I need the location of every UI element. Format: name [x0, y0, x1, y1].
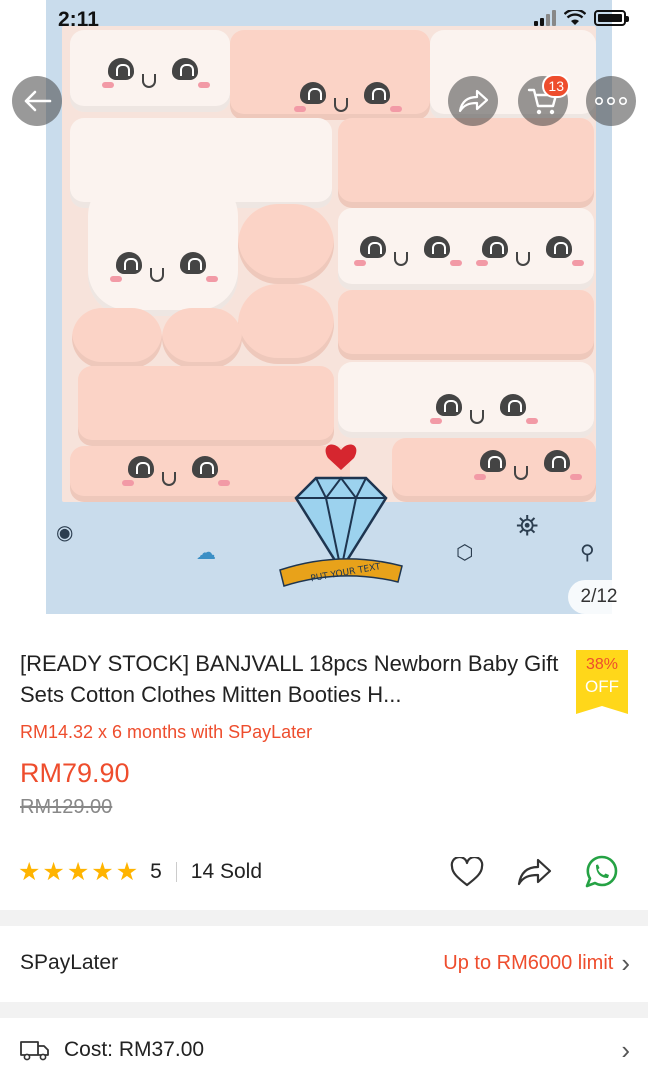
lamp-doodle: ⛯ — [516, 510, 539, 541]
spaylater-label: SPayLater — [20, 951, 119, 974]
rating-row: ★ ★ ★ ★ ★ 5 14 Sold — [18, 852, 628, 892]
panda-face-decoration — [102, 54, 212, 94]
shipping-cost: Cost: RM37.00 — [64, 1038, 205, 1061]
panda-face-decoration — [110, 248, 220, 288]
rating-value: 5 — [150, 860, 162, 883]
arrow-left-icon — [24, 90, 52, 112]
status-bar: 2:11 — [0, 0, 648, 40]
cart-count-badge: 13 — [542, 74, 570, 98]
star-icon: ★ — [42, 857, 65, 886]
discount-off-label: OFF — [585, 677, 619, 696]
panda-face-decoration — [474, 446, 584, 486]
eye-doodle: ◉ — [56, 522, 74, 544]
image-counter: 2/12 — [568, 580, 630, 614]
heart-icon[interactable] — [450, 857, 484, 887]
discount-percent: 38% — [585, 656, 619, 673]
product-title-row: [READY STOCK] BANJVALL 18pcs Newborn Bab… — [20, 648, 628, 714]
share-button[interactable] — [448, 76, 498, 126]
more-options-button[interactable] — [586, 76, 636, 126]
shipping-row[interactable]: Cost: RM37.00 › — [0, 1020, 648, 1080]
truck-icon — [20, 1041, 49, 1061]
signal-icon — [534, 10, 556, 26]
status-time: 2:11 — [58, 8, 99, 31]
gift-box-interior — [62, 26, 596, 502]
star-icon: ★ — [115, 857, 139, 886]
current-price: RM79.90 — [20, 758, 130, 788]
panda-face-decoration — [122, 452, 232, 492]
share-arrow-icon — [458, 89, 489, 113]
battery-icon — [594, 10, 629, 26]
panda-face-decoration — [354, 232, 464, 272]
sold-count: 14 Sold — [190, 860, 263, 883]
spaylater-limit: Up to RM6000 limit — [443, 951, 614, 974]
magnifier-doodle: ⚲ — [580, 542, 595, 564]
original-price: RM129.00 — [20, 796, 113, 818]
star-icon: ★ — [91, 857, 114, 886]
chevron-right-icon: › — [621, 948, 630, 978]
whatsapp-icon[interactable] — [584, 854, 620, 890]
share-icon[interactable] — [516, 857, 552, 887]
discount-badge: 38% OFF — [576, 650, 628, 714]
product-title: [READY STOCK] BANJVALL 18pcs Newborn Bab… — [20, 651, 559, 707]
rating-stars: ★ ★ ★ ★ ★ — [18, 857, 139, 886]
cloud-doodle: ☁ — [196, 542, 216, 564]
section-divider — [0, 910, 648, 926]
diamond-graphic: PUT YOUR TEXT — [279, 444, 403, 587]
wifi-icon — [564, 10, 586, 25]
panda-face-decoration — [476, 232, 586, 272]
product-image-gallery[interactable]: PUT YOUR TEXT ◉ ☁ ⬡ ⛯ ⚲ 2:11 13 2/12 — [0, 0, 648, 626]
spaylater-row[interactable]: SPayLater Up to RM6000 limit › — [0, 928, 648, 998]
star-icon: ★ — [66, 857, 90, 886]
panda-face-decoration — [430, 390, 540, 430]
spaylater-installment-text[interactable]: RM14.32 x 6 months with SPayLater — [20, 722, 312, 743]
chevron-right-icon: › — [621, 1035, 630, 1065]
more-dots-icon — [594, 96, 627, 106]
molecule-doodle: ⬡ — [456, 542, 474, 564]
panda-face-decoration — [294, 78, 404, 118]
star-icon: ★ — [18, 857, 41, 886]
section-divider — [0, 1002, 648, 1018]
cart-button[interactable]: 13 — [518, 74, 570, 126]
back-button[interactable] — [12, 76, 62, 126]
divider — [175, 862, 177, 882]
